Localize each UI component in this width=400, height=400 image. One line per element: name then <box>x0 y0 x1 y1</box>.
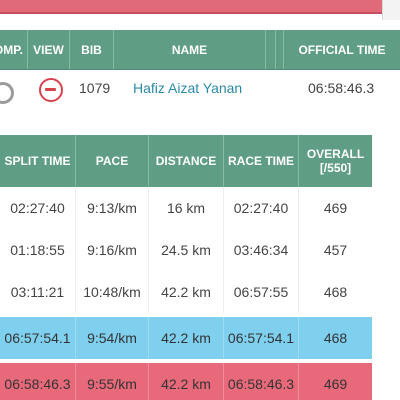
remove-circle-icon[interactable] <box>39 78 63 102</box>
split-time: 01:18:55 <box>0 229 76 271</box>
split-row-highlight-blue: 06:57:54.1 9:54/km 42.2 km 06:57:54.1 46… <box>0 317 372 359</box>
overall-rank: 468 <box>323 284 348 300</box>
header-official-time: OFFICIAL TIME <box>298 42 386 57</box>
distance: 42.2 km <box>149 317 224 359</box>
split-row-highlight-red: 06:58:46.3 9:55/km 42.2 km 06:58:46.3 46… <box>0 363 372 400</box>
race-time: 02:27:40 <box>224 187 299 229</box>
header-view: VIEW <box>28 30 70 69</box>
header-comp: OMP. <box>0 30 28 69</box>
pace: 9:13/km <box>76 187 149 229</box>
scrollbar-track[interactable] <box>382 0 400 20</box>
header-overall: OVERALL [/550] <box>306 147 365 175</box>
pace: 9:16/km <box>76 229 149 271</box>
top-banner <box>0 0 382 14</box>
overall-rank: 469 <box>323 376 348 392</box>
header-split-time: SPLIT TIME <box>0 135 76 187</box>
runner-name-link[interactable]: Hafiz Aizat Yanan <box>133 80 242 96</box>
distance: 42.2 km <box>149 363 224 400</box>
race-time: 06:57:55 <box>224 271 299 313</box>
overall-rank: 468 <box>323 330 348 346</box>
split-row: 02:27:40 9:13/km 16 km 02:27:40 469 <box>0 187 372 229</box>
split-time: 03:11:21 <box>0 271 76 313</box>
distance: 42.2 km <box>149 271 224 313</box>
header-race-time: RACE TIME <box>224 135 299 187</box>
header-distance: DISTANCE <box>149 135 224 187</box>
race-time: 06:58:46.3 <box>224 363 299 400</box>
split-time: 06:57:54.1 <box>0 317 76 359</box>
distance: 24.5 km <box>149 229 224 271</box>
pace: 9:55/km <box>76 363 149 400</box>
header-spacer <box>266 30 276 69</box>
split-row: 03:11:21 10:48/km 42.2 km 06:57:55 468 <box>0 271 372 313</box>
pace: 10:48/km <box>76 271 149 313</box>
splits-header-row: SPLIT TIME PACE DISTANCE RACE TIME OVERA… <box>0 135 372 187</box>
distance: 16 km <box>149 187 224 229</box>
header-name: NAME <box>114 30 266 69</box>
header-bib: BIB <box>70 30 114 69</box>
header-spacer <box>276 30 284 69</box>
header-pace: PACE <box>76 135 149 187</box>
race-time: 06:57:54.1 <box>224 317 299 359</box>
runner-official-time: 06:58:46.3 <box>308 80 375 96</box>
circle-toggle-icon[interactable] <box>0 82 14 104</box>
results-header-row: OMP. VIEW BIB NAME OFFICIAL TIME <box>0 30 400 70</box>
split-time: 02:27:40 <box>0 187 76 229</box>
splits-table: SPLIT TIME PACE DISTANCE RACE TIME OVERA… <box>0 135 372 400</box>
split-time: 06:58:46.3 <box>0 363 76 400</box>
overall-rank: 469 <box>323 200 348 216</box>
runner-bib: 1079 <box>79 80 111 96</box>
split-row: 01:18:55 9:16/km 24.5 km 03:46:34 457 <box>0 229 372 271</box>
race-time: 03:46:34 <box>224 229 299 271</box>
overall-rank: 457 <box>323 242 348 258</box>
pace: 9:54/km <box>76 317 149 359</box>
